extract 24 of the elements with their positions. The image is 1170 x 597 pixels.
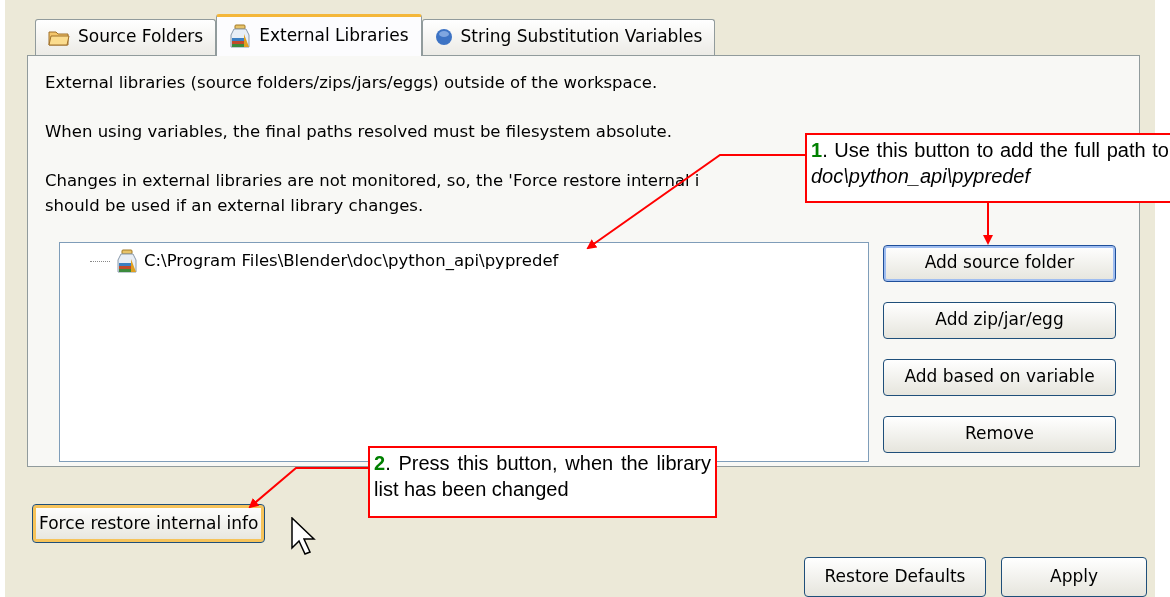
description-text: External libraries (source folders/zips/jars/eggs) outside of the workspace. bbox=[45, 71, 658, 94]
description-text: should be used if an external library changes. bbox=[45, 194, 424, 217]
library-jar-icon bbox=[229, 24, 252, 49]
side-button[interactable]: Add zip/jar/egg bbox=[883, 301, 1116, 339]
library-item[interactable]: C:\Program Files\Blender\doc\python_api\pypredef bbox=[90, 248, 868, 274]
circle-icon bbox=[434, 28, 453, 47]
side-button[interactable]: Remove bbox=[883, 415, 1116, 453]
tab[interactable]: Source Folders bbox=[35, 18, 217, 55]
callout-text: 2. Press this button, when the library list has been changed bbox=[374, 451, 711, 502]
callout-text: 1. Use this button to add the full path to doc\python_api\pypredef bbox=[811, 138, 1169, 189]
side-button[interactable]: Add source folder bbox=[883, 244, 1116, 282]
description-text: Changes in external libraries are not monitored, so, the 'Force restore internal i bbox=[45, 169, 700, 192]
description-text: When using variables, the final paths resolved must be filesystem absolute. bbox=[45, 120, 672, 143]
library-path: C:\Program Files\Blender\doc\python_api\pypredef bbox=[144, 249, 559, 272]
footer-button[interactable]: Restore Defaults bbox=[804, 557, 986, 597]
footer-button[interactable]: Apply bbox=[1001, 557, 1147, 597]
library-jar-icon bbox=[116, 249, 138, 274]
mouse-cursor-icon bbox=[291, 517, 317, 555]
force-restore-button[interactable]: Force restore internal info bbox=[32, 504, 266, 543]
tab[interactable]: External Libraries bbox=[216, 13, 422, 56]
tab[interactable]: String Substitution Variables bbox=[421, 18, 716, 55]
folder-icon bbox=[48, 28, 70, 47]
tree-connector bbox=[90, 260, 110, 262]
side-button[interactable]: Add based on variable bbox=[883, 358, 1116, 396]
